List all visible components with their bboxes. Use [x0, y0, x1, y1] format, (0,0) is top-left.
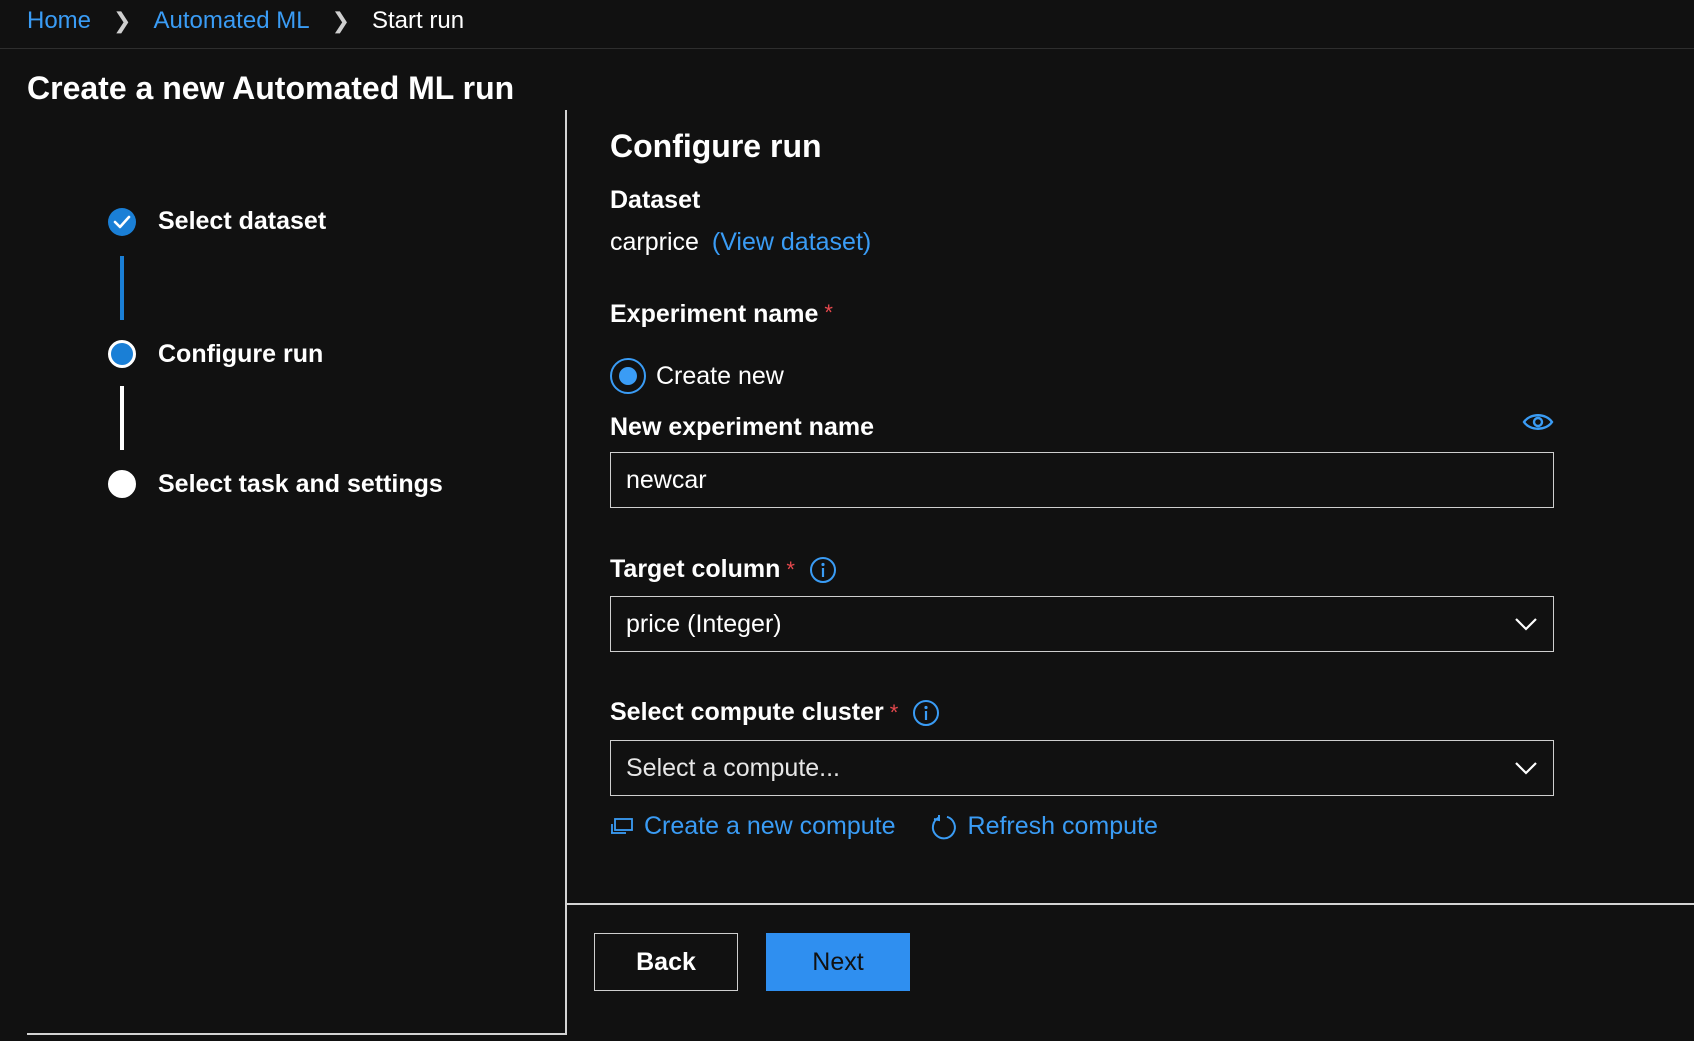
- checkmark-circle-icon: [108, 208, 136, 236]
- compute-cluster-dropdown[interactable]: Select a compute...: [610, 740, 1554, 796]
- step-select-dataset[interactable]: Select dataset: [158, 207, 326, 236]
- target-column-value: price (Integer): [626, 609, 782, 638]
- create-new-compute-label: Create a new compute: [644, 812, 896, 840]
- new-experiment-name-label: New experiment name: [610, 413, 874, 441]
- breadcrumb: Home ❯ Automated ML ❯ Start run: [27, 4, 464, 38]
- chevron-right-icon: ❯: [113, 8, 132, 33]
- panel-divider: [565, 110, 567, 1035]
- section-title: Configure run: [610, 128, 822, 164]
- compute-cluster-placeholder: Select a compute...: [626, 753, 841, 782]
- create-new-radio[interactable]: Create new: [610, 358, 784, 394]
- view-dataset-link[interactable]: (View dataset): [712, 228, 871, 256]
- page-title: Create a new Automated ML run: [27, 70, 515, 106]
- target-column-dropdown[interactable]: price (Integer): [610, 596, 1554, 652]
- radio-selected-icon[interactable]: [610, 358, 646, 394]
- refresh-icon: [931, 814, 956, 839]
- create-new-compute-link[interactable]: Create a new compute: [610, 812, 896, 841]
- dataset-label: Dataset: [610, 186, 701, 214]
- breadcrumb-automated-ml-link[interactable]: Automated ML: [153, 7, 309, 35]
- stepper-bottom-divider: [27, 1033, 567, 1035]
- target-column-label: Target column *: [610, 555, 837, 584]
- compute-actions: Create a new compute Refresh compute: [610, 812, 1158, 841]
- refresh-compute-link[interactable]: Refresh compute: [930, 812, 1158, 841]
- info-icon[interactable]: [809, 556, 837, 584]
- required-marker: *: [824, 300, 833, 325]
- required-marker: *: [786, 556, 795, 582]
- eye-icon[interactable]: [1522, 410, 1554, 434]
- step-connector: [120, 386, 124, 450]
- step-configure-run[interactable]: Configure run: [158, 340, 323, 369]
- header-divider: [0, 48, 1694, 49]
- compute-cluster-label-text: Select compute cluster: [610, 698, 884, 726]
- step-connector: [120, 256, 124, 320]
- experiment-name-input[interactable]: [610, 452, 1554, 508]
- info-icon[interactable]: [912, 699, 940, 727]
- breadcrumb-current: Start run: [372, 7, 465, 34]
- step-active-icon: [108, 340, 136, 368]
- chevron-down-icon: [1515, 618, 1537, 631]
- step-pending-icon: [108, 470, 136, 498]
- dataset-name: carprice: [610, 228, 699, 256]
- computer-icon: [611, 817, 633, 834]
- experiment-name-label: Experiment name *: [610, 300, 833, 329]
- create-new-radio-label: Create new: [656, 361, 784, 390]
- dataset-value: carprice (View dataset): [610, 228, 871, 257]
- chevron-down-icon: [1515, 762, 1537, 775]
- next-button[interactable]: Next: [766, 933, 910, 991]
- experiment-name-label-text: Experiment name: [610, 300, 819, 328]
- chevron-right-icon: ❯: [331, 8, 350, 33]
- required-marker: *: [889, 699, 899, 725]
- back-button[interactable]: Back: [594, 933, 738, 991]
- compute-cluster-label: Select compute cluster *: [610, 698, 940, 727]
- target-column-label-text: Target column: [610, 555, 781, 583]
- step-select-task-and-settings[interactable]: Select task and settings: [158, 470, 443, 499]
- breadcrumb-home-link[interactable]: Home: [27, 7, 91, 35]
- footer-divider: [567, 903, 1694, 905]
- refresh-compute-label: Refresh compute: [967, 812, 1158, 840]
